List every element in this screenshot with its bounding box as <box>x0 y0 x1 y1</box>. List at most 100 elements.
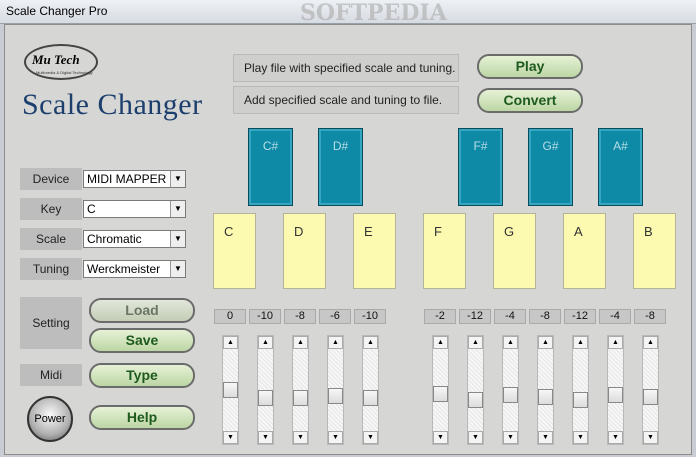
scale-value: Chromatic <box>87 232 142 246</box>
key-value: C <box>87 202 96 216</box>
tuning-value-b: -8 <box>634 309 666 324</box>
tuning-select[interactable]: Werckmeister ▼ <box>83 260 186 278</box>
slider-thumb[interactable] <box>468 392 483 408</box>
tuning-slider-d-sharp[interactable]: ▲ ▼ <box>327 335 344 445</box>
arrow-up-icon[interactable]: ▲ <box>223 336 238 349</box>
tuning-value-a: -12 <box>564 309 596 324</box>
logo-subtext: Multimedia & Digital Technology <box>36 70 93 75</box>
white-key-c[interactable]: C <box>213 213 256 289</box>
white-key-e[interactable]: E <box>353 213 396 289</box>
white-key-g[interactable]: G <box>493 213 536 289</box>
black-key-f-sharp[interactable]: F# <box>458 128 503 206</box>
type-button[interactable]: Type <box>89 363 195 388</box>
slider-thumb[interactable] <box>608 387 623 403</box>
slider-thumb[interactable] <box>573 392 588 408</box>
arrow-down-icon[interactable]: ▼ <box>433 431 448 444</box>
tuning-slider-g[interactable]: ▲ ▼ <box>502 335 519 445</box>
black-key-c-sharp[interactable]: C# <box>248 128 293 206</box>
app-title: Scale Changer <box>22 88 203 121</box>
arrow-up-icon[interactable]: ▲ <box>573 336 588 349</box>
arrow-down-icon[interactable]: ▼ <box>363 431 378 444</box>
chevron-down-icon: ▼ <box>170 171 185 187</box>
tuning-slider-f-sharp[interactable]: ▲ ▼ <box>467 335 484 445</box>
slider-thumb[interactable] <box>538 389 553 405</box>
save-button[interactable]: Save <box>89 328 195 353</box>
slider-thumb[interactable] <box>328 388 343 404</box>
tuning-slider-c[interactable]: ▲ ▼ <box>222 335 239 445</box>
setting-label: Setting <box>32 316 70 330</box>
tuning-slider-d[interactable]: ▲ ▼ <box>292 335 309 445</box>
tuning-slider-b[interactable]: ▲ ▼ <box>642 335 659 445</box>
slider-thumb[interactable] <box>643 389 658 405</box>
arrow-down-icon[interactable]: ▼ <box>223 431 238 444</box>
arrow-up-icon[interactable]: ▲ <box>328 336 343 349</box>
arrow-up-icon[interactable]: ▲ <box>643 336 658 349</box>
play-info: Play file with specified scale and tunin… <box>233 54 459 82</box>
setting-group: Setting <box>20 297 82 349</box>
chevron-down-icon: ▼ <box>170 231 185 247</box>
device-label: Device <box>20 168 82 190</box>
white-key-b[interactable]: B <box>633 213 676 289</box>
black-key-d-sharp[interactable]: D# <box>318 128 363 206</box>
white-key-d[interactable]: D <box>283 213 326 289</box>
arrow-up-icon[interactable]: ▲ <box>538 336 553 349</box>
arrow-down-icon[interactable]: ▼ <box>328 431 343 444</box>
arrow-up-icon[interactable]: ▲ <box>503 336 518 349</box>
arrow-up-icon[interactable]: ▲ <box>468 336 483 349</box>
tuning-value-d-sharp: -6 <box>319 309 351 324</box>
tuning-value-g: -4 <box>494 309 526 324</box>
tuning-value-g-sharp: -8 <box>529 309 561 324</box>
tuning-value-e: -10 <box>354 309 386 324</box>
arrow-up-icon[interactable]: ▲ <box>363 336 378 349</box>
device-select[interactable]: MIDI MAPPER ▼ <box>83 170 186 188</box>
key-select[interactable]: C ▼ <box>83 200 186 218</box>
slider-thumb[interactable] <box>258 390 273 406</box>
arrow-down-icon[interactable]: ▼ <box>503 431 518 444</box>
slider-thumb[interactable] <box>363 390 378 406</box>
black-key-g-sharp[interactable]: G# <box>528 128 573 206</box>
play-button[interactable]: Play <box>477 54 583 79</box>
load-button[interactable]: Load <box>89 298 195 323</box>
slider-thumb[interactable] <box>223 382 238 398</box>
tuning-value-f-sharp: -12 <box>459 309 491 324</box>
arrow-down-icon[interactable]: ▼ <box>258 431 273 444</box>
tuning-slider-e[interactable]: ▲ ▼ <box>362 335 379 445</box>
tuning-value: Werckmeister <box>87 262 161 276</box>
tuning-value-c-sharp: -10 <box>249 309 281 324</box>
arrow-up-icon[interactable]: ▲ <box>258 336 273 349</box>
arrow-up-icon[interactable]: ▲ <box>293 336 308 349</box>
white-key-a[interactable]: A <box>563 213 606 289</box>
tuning-value-c: 0 <box>214 309 246 324</box>
tuning-slider-g-sharp[interactable]: ▲ ▼ <box>537 335 554 445</box>
arrow-down-icon[interactable]: ▼ <box>573 431 588 444</box>
tuning-slider-a-sharp[interactable]: ▲ ▼ <box>607 335 624 445</box>
arrow-up-icon[interactable]: ▲ <box>608 336 623 349</box>
arrow-down-icon[interactable]: ▼ <box>608 431 623 444</box>
slider-thumb[interactable] <box>503 387 518 403</box>
scale-label: Scale <box>20 228 82 250</box>
tuning-slider-c-sharp[interactable]: ▲ ▼ <box>257 335 274 445</box>
black-key-a-sharp[interactable]: A# <box>598 128 643 206</box>
scale-select[interactable]: Chromatic ▼ <box>83 230 186 248</box>
power-button[interactable]: Power <box>27 396 73 442</box>
arrow-down-icon[interactable]: ▼ <box>538 431 553 444</box>
tuning-slider-a[interactable]: ▲ ▼ <box>572 335 589 445</box>
mutech-logo: Mu Tech Multimedia & Digital Technology <box>24 44 98 80</box>
tuning-label: Tuning <box>20 258 82 280</box>
convert-button[interactable]: Convert <box>477 88 583 113</box>
slider-thumb[interactable] <box>293 390 308 406</box>
window-title: Scale Changer Pro <box>6 4 108 18</box>
arrow-down-icon[interactable]: ▼ <box>643 431 658 444</box>
tuning-slider-f[interactable]: ▲ ▼ <box>432 335 449 445</box>
help-button[interactable]: Help <box>89 405 195 430</box>
key-label: Key <box>20 198 82 220</box>
watermark: SOFTPEDIA <box>300 0 447 26</box>
arrow-up-icon[interactable]: ▲ <box>433 336 448 349</box>
tuning-value-d: -8 <box>284 309 316 324</box>
slider-thumb[interactable] <box>433 386 448 402</box>
arrow-down-icon[interactable]: ▼ <box>468 431 483 444</box>
midi-label: Midi <box>20 364 82 386</box>
title-bar: Scale Changer Pro SOFTPEDIA <box>0 0 696 26</box>
white-key-f[interactable]: F <box>423 213 466 289</box>
arrow-down-icon[interactable]: ▼ <box>293 431 308 444</box>
